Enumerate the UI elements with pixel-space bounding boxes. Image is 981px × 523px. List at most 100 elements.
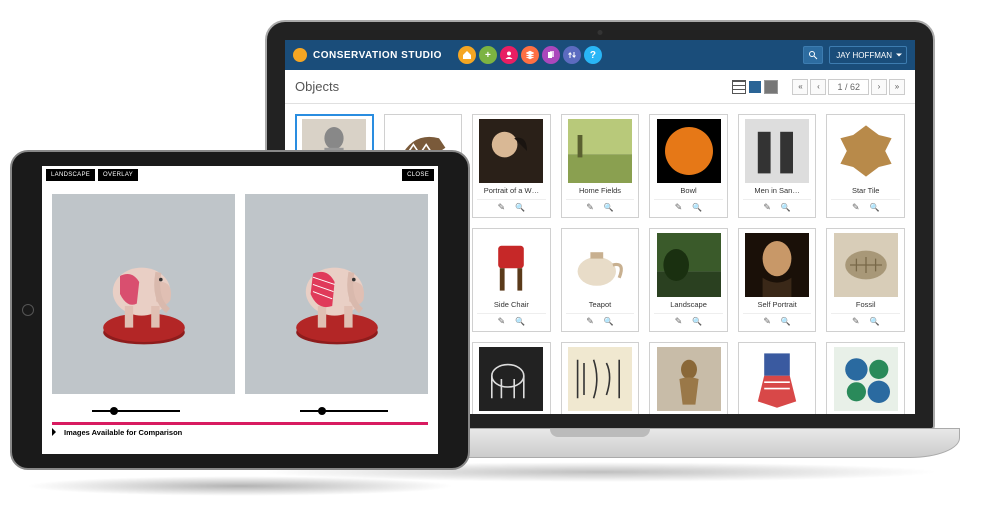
help-icon[interactable]: ? bbox=[584, 46, 602, 64]
object-card[interactable]: Men in San… bbox=[738, 114, 817, 218]
object-thumbnail bbox=[745, 233, 809, 297]
edit-icon[interactable] bbox=[852, 202, 860, 213]
app-logo-icon bbox=[293, 48, 307, 62]
object-card[interactable]: Tile bbox=[826, 342, 905, 414]
object-title: Self Portrait bbox=[743, 300, 812, 310]
zoom-icon[interactable] bbox=[869, 316, 879, 327]
zoom-icon[interactable] bbox=[781, 202, 791, 213]
slider-row bbox=[42, 404, 438, 418]
object-thumbnail bbox=[745, 119, 809, 183]
page-next-button[interactable]: › bbox=[871, 79, 887, 95]
left-slider[interactable] bbox=[92, 410, 180, 412]
elephant-figurine-right-icon bbox=[277, 234, 397, 354]
add-icon[interactable]: + bbox=[479, 46, 497, 64]
object-thumbnail bbox=[568, 347, 632, 411]
right-slider[interactable] bbox=[300, 410, 388, 412]
object-actions bbox=[743, 199, 812, 213]
object-actions bbox=[654, 313, 723, 327]
object-actions bbox=[654, 199, 723, 213]
object-title: Portrait of a W… bbox=[477, 186, 546, 196]
page-prev-button[interactable]: ‹ bbox=[810, 79, 826, 95]
tablet-footer[interactable]: Images Available for Comparison bbox=[42, 425, 438, 439]
zoom-icon[interactable] bbox=[692, 202, 702, 213]
compare-area bbox=[42, 184, 438, 404]
object-card[interactable]: Home Fields bbox=[561, 114, 640, 218]
edit-icon[interactable] bbox=[498, 316, 506, 327]
object-thumbnail bbox=[745, 347, 809, 411]
edit-icon[interactable] bbox=[586, 316, 594, 327]
object-card[interactable]: Side Chair bbox=[472, 228, 551, 332]
edit-icon[interactable] bbox=[852, 316, 860, 327]
stack-icon[interactable] bbox=[521, 46, 539, 64]
object-title: Star Tile bbox=[831, 186, 900, 196]
object-card[interactable]: Bowl bbox=[649, 114, 728, 218]
zoom-icon[interactable] bbox=[515, 316, 525, 327]
object-card[interactable]: Teapot bbox=[561, 228, 640, 332]
object-card[interactable]: Portrait of a W… bbox=[472, 114, 551, 218]
paginator: « ‹ 1 / 62 › » bbox=[792, 79, 905, 95]
footer-label: Images Available for Comparison bbox=[64, 428, 182, 437]
tablet-device: LANDSCAPE OVERLAY CLOSE bbox=[10, 150, 470, 470]
object-card[interactable]: Self Portrait bbox=[738, 228, 817, 332]
object-actions bbox=[477, 199, 546, 213]
object-card[interactable]: Landscape bbox=[649, 228, 728, 332]
elephant-figurine-left-icon bbox=[84, 234, 204, 354]
search-icon bbox=[808, 50, 818, 60]
user-name: JAY HOFFMAN bbox=[836, 51, 892, 60]
page-first-button[interactable]: « bbox=[792, 79, 808, 95]
documents-icon[interactable] bbox=[542, 46, 560, 64]
overlay-button[interactable]: OVERLAY bbox=[98, 169, 138, 181]
object-actions bbox=[743, 313, 812, 327]
object-thumbnail bbox=[479, 119, 543, 183]
close-button[interactable]: CLOSE bbox=[402, 169, 434, 181]
object-card[interactable]: Star Tile bbox=[826, 114, 905, 218]
object-card[interactable]: Calligraphy bbox=[561, 342, 640, 414]
user-menu-button[interactable]: JAY HOFFMAN bbox=[829, 46, 907, 64]
laptop-camera bbox=[598, 30, 603, 35]
view-grid-large-icon[interactable] bbox=[748, 80, 762, 94]
page-indicator: 1 / 62 bbox=[828, 79, 869, 95]
view-grid-small-icon[interactable] bbox=[764, 80, 778, 94]
edit-icon[interactable] bbox=[763, 202, 771, 213]
edit-icon[interactable] bbox=[763, 316, 771, 327]
expand-arrow-icon bbox=[52, 428, 60, 436]
sync-icon[interactable] bbox=[563, 46, 581, 64]
view-list-icon[interactable] bbox=[732, 80, 746, 94]
object-thumbnail bbox=[834, 233, 898, 297]
object-card[interactable]: Shoulder Bag bbox=[738, 342, 817, 414]
tablet-home-button[interactable] bbox=[22, 304, 34, 316]
object-title: Bowl bbox=[654, 186, 723, 196]
zoom-icon[interactable] bbox=[781, 316, 791, 327]
home-icon[interactable] bbox=[458, 46, 476, 64]
object-actions bbox=[477, 313, 546, 327]
tablet-screen: LANDSCAPE OVERLAY CLOSE bbox=[42, 166, 438, 454]
compare-pane-right[interactable] bbox=[245, 194, 428, 394]
object-card[interactable]: Fossil bbox=[826, 228, 905, 332]
object-title: Teapot bbox=[566, 300, 635, 310]
edit-icon[interactable] bbox=[498, 202, 506, 213]
search-button[interactable] bbox=[803, 46, 823, 64]
object-title: Landscape bbox=[654, 300, 723, 310]
zoom-icon[interactable] bbox=[515, 202, 525, 213]
app-header: CONSERVATION STUDIO + bbox=[285, 40, 915, 70]
tablet-toolbar: LANDSCAPE OVERLAY CLOSE bbox=[42, 166, 438, 184]
page-last-button[interactable]: » bbox=[889, 79, 905, 95]
tablet-frame: LANDSCAPE OVERLAY CLOSE bbox=[10, 150, 470, 470]
page-heading: Objects bbox=[295, 79, 339, 94]
object-card[interactable]: Skeleton bbox=[472, 342, 551, 414]
object-card[interactable]: Virgin and Child bbox=[649, 342, 728, 414]
object-title: Fossil bbox=[831, 300, 900, 310]
edit-icon[interactable] bbox=[675, 202, 683, 213]
object-actions bbox=[831, 313, 900, 327]
zoom-icon[interactable] bbox=[604, 202, 614, 213]
zoom-icon[interactable] bbox=[869, 202, 879, 213]
object-thumbnail bbox=[479, 347, 543, 411]
landscape-button[interactable]: LANDSCAPE bbox=[46, 169, 95, 181]
edit-icon[interactable] bbox=[586, 202, 594, 213]
object-title: Men in San… bbox=[743, 186, 812, 196]
edit-icon[interactable] bbox=[675, 316, 683, 327]
zoom-icon[interactable] bbox=[604, 316, 614, 327]
people-icon[interactable] bbox=[500, 46, 518, 64]
zoom-icon[interactable] bbox=[692, 316, 702, 327]
compare-pane-left[interactable] bbox=[52, 194, 235, 394]
